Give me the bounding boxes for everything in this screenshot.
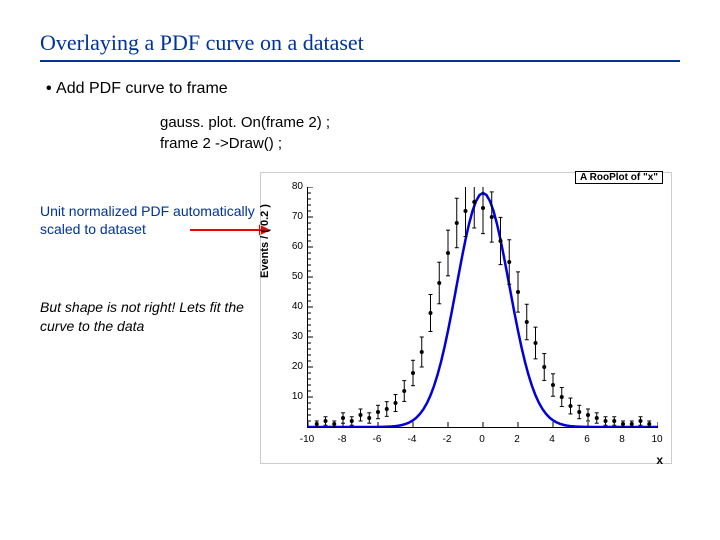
- code-line-2: frame 2 ->Draw() ;: [160, 133, 680, 154]
- slide-title: Overlaying a PDF curve on a dataset: [40, 30, 680, 62]
- plot-axes: [307, 187, 658, 428]
- x-tick: 4: [549, 434, 555, 445]
- x-tick: -2: [443, 434, 452, 445]
- y-tick: 40: [283, 301, 303, 312]
- x-tick: -6: [373, 434, 382, 445]
- x-tick: -8: [338, 434, 347, 445]
- x-tick: 0: [479, 434, 485, 445]
- y-tick: 80: [283, 181, 303, 192]
- x-tick: 6: [584, 434, 590, 445]
- y-tick: 20: [283, 361, 303, 372]
- x-tick: 10: [651, 434, 662, 445]
- x-tick: 2: [514, 434, 520, 445]
- code-line-1: gauss. plot. On(frame 2) ;: [160, 112, 680, 133]
- root-plot: A RooPlot of "x" Events / ( 0.2 ) x 1020…: [260, 172, 672, 464]
- bullet-item: Add PDF curve to frame: [46, 80, 680, 98]
- arrow-icon: [190, 220, 270, 240]
- x-tick: -10: [300, 434, 314, 445]
- y-tick: 30: [283, 331, 303, 342]
- x-tick: -4: [408, 434, 417, 445]
- chart-canvas: [308, 187, 658, 427]
- y-tick: 70: [283, 211, 303, 222]
- plot-title: A RooPlot of "x": [575, 171, 663, 184]
- x-tick: 8: [619, 434, 625, 445]
- y-axis-label: Events / ( 0.2 ): [259, 204, 271, 278]
- y-tick: 10: [283, 391, 303, 402]
- x-axis-label: x: [656, 453, 663, 467]
- annotation-shape-wrong: But shape is not right! Lets fit the cur…: [40, 298, 260, 334]
- code-block: gauss. plot. On(frame 2) ; frame 2 ->Dra…: [160, 112, 680, 154]
- y-tick: 50: [283, 271, 303, 282]
- y-tick: 60: [283, 241, 303, 252]
